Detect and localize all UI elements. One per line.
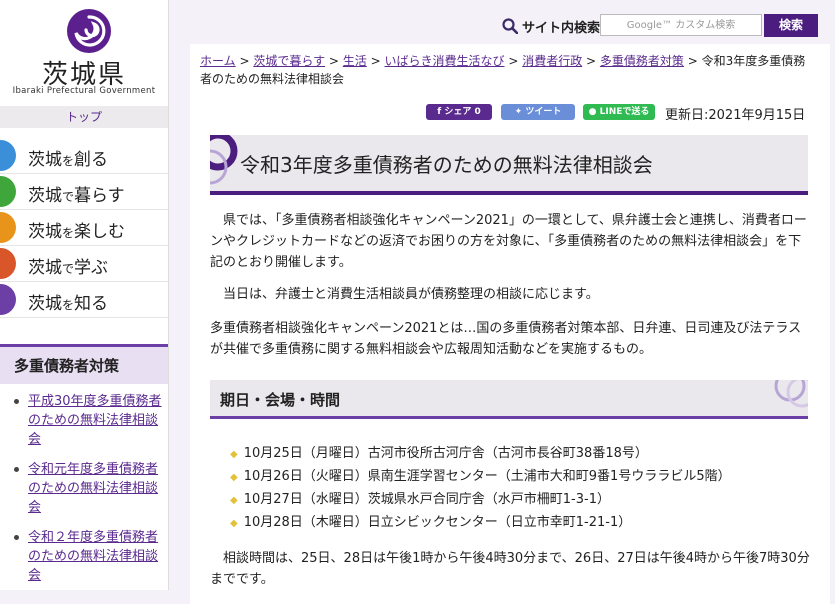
nav-label: 茨城を創る — [28, 150, 109, 170]
top-page-link[interactable]: トップ — [0, 106, 168, 128]
section-heading: 期日・会場・時間 — [220, 391, 341, 409]
nav-item-know[interactable]: 茨城を知る — [0, 282, 168, 318]
breadcrumb-home[interactable]: ホーム — [200, 54, 236, 68]
search-input[interactable]: Google™ カスタム検索 — [600, 14, 762, 36]
section-heading-box: 期日・会場・時間 — [210, 380, 808, 419]
search-label: サイト内検索 — [522, 21, 601, 36]
search-button[interactable]: 検索 — [764, 14, 818, 37]
breadcrumb-life[interactable]: 生活 — [343, 54, 367, 68]
intro-paragraph: 県では、「多重債務者相談強化キャンペーン2021」の一環として、県弁護士会と連携… — [210, 213, 807, 270]
page-title-box: 令和3年度多重債務者のための無料法律相談会 — [210, 135, 808, 195]
breadcrumb-consumer-navi[interactable]: いばらき消費生活なび — [384, 54, 504, 68]
nav-label: 茨城を知る — [28, 294, 109, 314]
breadcrumb-living[interactable]: 茨城で暮らす — [253, 54, 325, 68]
side-link-r2[interactable]: 令和２年度多重債務者のための無料法律相談会 — [14, 528, 164, 585]
main-content: ホーム > 茨城で暮らす > 生活 > いばらき消費生活なび > 消費者行政 >… — [190, 44, 830, 604]
bullet-star-icon: ◆ — [230, 472, 238, 483]
nav-color-tab — [0, 176, 16, 207]
schedule-item: ◆ 10月28日（木曜日）日立シビックセンター（日立市幸町1-21-1） — [230, 515, 632, 530]
updated-date: 更新日:2021年9月15日 — [665, 108, 806, 123]
bullet-icon — [14, 399, 19, 404]
nav-color-tab — [0, 248, 16, 279]
bullet-icon — [14, 535, 19, 540]
prefecture-logo[interactable]: 茨城県 Ibaraki Prefectural Government — [0, 0, 168, 105]
nav-item-live[interactable]: 茨城で暮らす — [0, 174, 168, 210]
campaign-paragraph: 多重債務者相談強化キャンペーン2021とは…国の多重債務者対策本部、日弁連、日司… — [210, 321, 802, 357]
facebook-icon: f — [437, 107, 442, 117]
bullet-star-icon: ◆ — [230, 495, 238, 506]
nav-label: 茨城で暮らす — [28, 186, 125, 206]
breadcrumb: ホーム > 茨城で暮らす > 生活 > いばらき消費生活なび > 消費者行政 >… — [200, 54, 806, 86]
nav-item-create[interactable]: 茨城を創る — [0, 138, 168, 174]
line-icon: ● — [588, 107, 597, 117]
nav-label: 茨城で学ぶ — [28, 258, 109, 278]
nav-color-tab — [0, 212, 16, 243]
nav-label: 茨城を楽しむ — [28, 222, 126, 242]
nav-item-enjoy[interactable]: 茨城を楽しむ — [0, 210, 168, 246]
bullet-star-icon: ◆ — [230, 518, 238, 529]
schedule-item: ◆ 10月27日（水曜日）茨城県水戸合同庁舎（水戸市柵町1-3-1） — [230, 492, 610, 507]
sidebar: 茨城県 Ibaraki Prefectural Government トップ 茨… — [0, 0, 169, 590]
facebook-share-button[interactable]: f シェア 0 — [426, 104, 492, 120]
nav-item-learn[interactable]: 茨城で学ぶ — [0, 246, 168, 282]
breadcrumb-consumer-admin[interactable]: 消費者行政 — [522, 54, 582, 68]
prefecture-english-name: Ibaraki Prefectural Government — [12, 86, 156, 96]
heading-decoration-icon — [774, 380, 808, 408]
page-title: 令和3年度多重債務者のための無料法律相談会 — [240, 153, 653, 177]
consultation-paragraph: 当日は、弁護士と消費生活相談員が債務整理の相談に応じます。 — [223, 287, 599, 302]
side-link-h30[interactable]: 平成30年度多重債務者のための無料法律相談会 — [14, 392, 164, 449]
breadcrumb-debt-measures[interactable]: 多重債務者対策 — [600, 54, 684, 68]
nav-color-tab — [0, 140, 16, 171]
hours-paragraph: 相談時間は、25日、28日は午後1時から午後4時30分まで、26日、27日は午後… — [210, 551, 810, 587]
bullet-star-icon: ◆ — [230, 449, 238, 460]
search-icon — [502, 18, 518, 34]
twitter-share-button[interactable]: ✦ ツイート — [501, 104, 575, 120]
bullet-icon — [14, 467, 19, 472]
line-share-button[interactable]: ● LINEで送る — [583, 104, 655, 120]
schedule-item: ◆ 10月26日（火曜日）県南生涯学習センター（土浦市大和町9番1号ウララビル5階… — [230, 469, 731, 484]
side-section-title: 多重債務者対策 — [0, 344, 168, 384]
schedule-item: ◆ 10月25日（月曜日）古河市役所古河庁舎（古河市長谷町38番18号） — [230, 446, 648, 461]
side-link-r1[interactable]: 令和元年度多重債務者のための無料法律相談会 — [14, 460, 164, 517]
nav-color-tab — [0, 284, 16, 315]
prefecture-emblem-icon — [67, 9, 111, 53]
twitter-icon: ✦ — [514, 107, 523, 117]
